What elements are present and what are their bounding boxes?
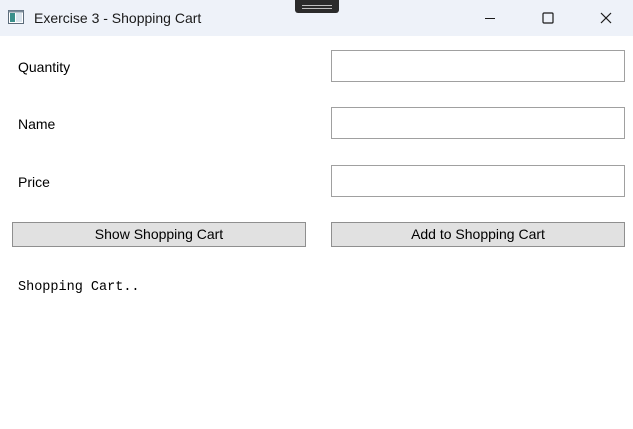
shopping-cart-output: Shopping Cart.. — [18, 280, 140, 295]
price-label: Price — [18, 174, 50, 190]
name-label: Name — [18, 116, 56, 132]
title-bar[interactable]: Exercise 3 - Shopping Cart — [0, 0, 633, 36]
minimize-button[interactable] — [461, 0, 519, 36]
maximize-icon — [542, 12, 554, 24]
app-window-icon — [8, 10, 24, 24]
name-input[interactable] — [331, 107, 625, 139]
quantity-input[interactable] — [331, 50, 625, 82]
maximize-button[interactable] — [519, 0, 577, 36]
price-input[interactable] — [331, 165, 625, 197]
minimize-icon — [484, 12, 496, 24]
show-shopping-cart-button[interactable]: Show Shopping Cart — [12, 222, 306, 247]
window-title: Exercise 3 - Shopping Cart — [34, 10, 202, 26]
close-icon — [600, 12, 612, 24]
snap-handle-line — [302, 5, 332, 6]
quantity-label: Quantity — [18, 59, 71, 75]
snap-layout-handle[interactable] — [295, 0, 339, 13]
snap-handle-line — [302, 8, 332, 9]
close-button[interactable] — [577, 0, 633, 36]
add-to-shopping-cart-button[interactable]: Add to Shopping Cart — [331, 222, 625, 247]
app-window: Exercise 3 - Shopping Cart Quantity Name… — [0, 0, 633, 429]
